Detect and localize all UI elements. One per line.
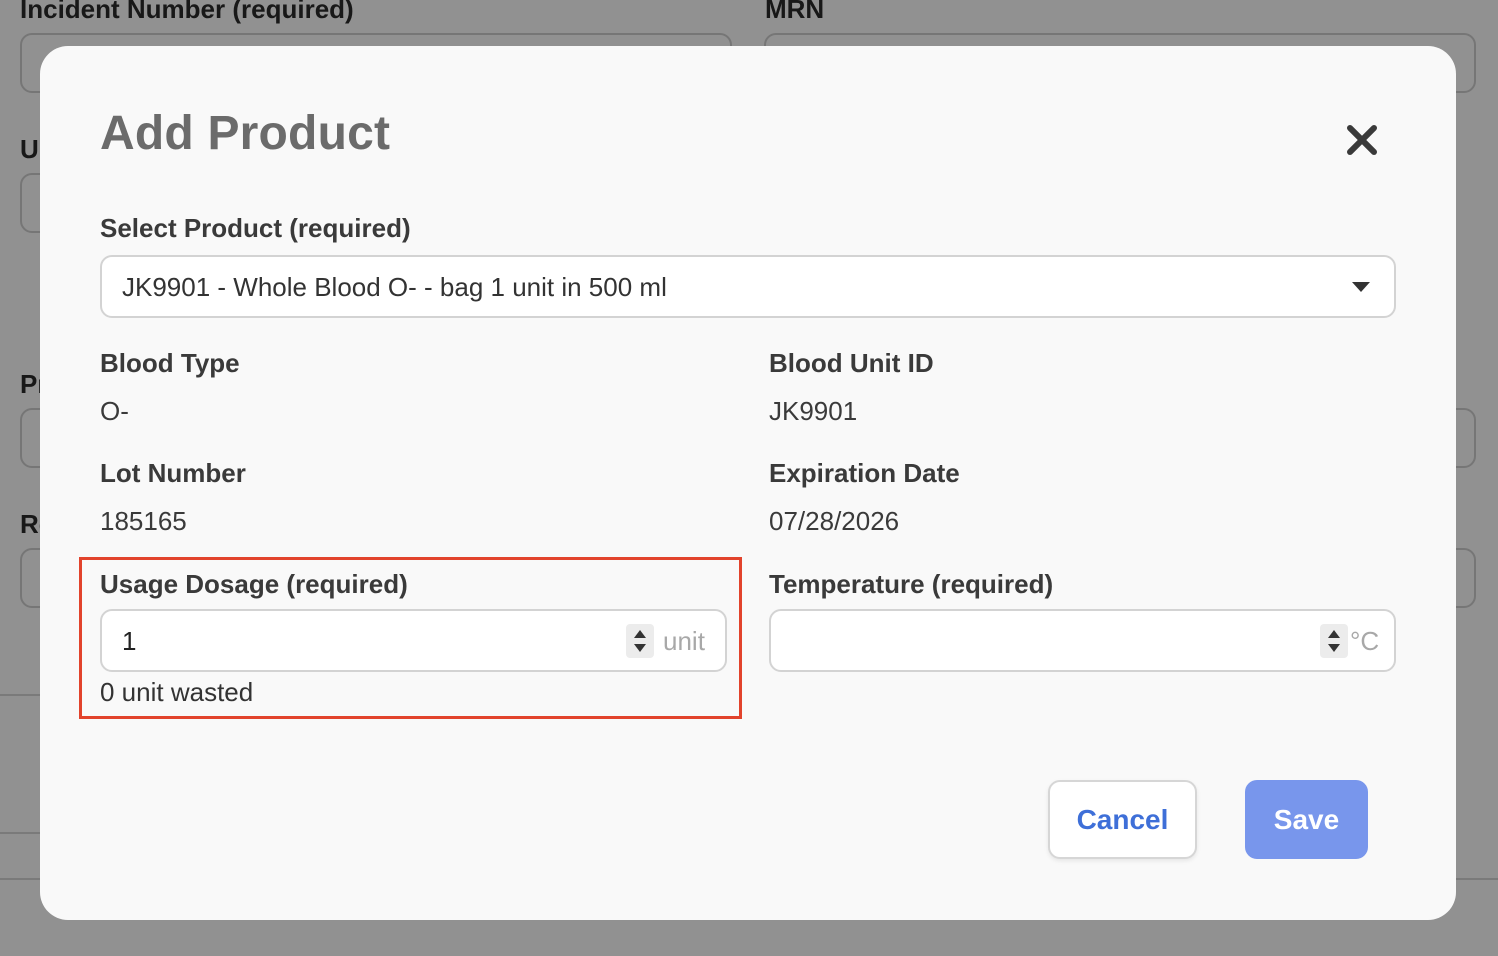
usage-dosage-unit: unit — [663, 626, 705, 656]
blood-unit-id-value: JK9901 — [769, 396, 858, 426]
select-product-dropdown[interactable]: JK9901 - Whole Blood O- - bag 1 unit in … — [100, 255, 1396, 318]
lot-number-label: Lot Number — [100, 458, 246, 488]
close-icon[interactable] — [1342, 120, 1382, 160]
add-product-modal: Add Product Select Product (required) JK… — [40, 46, 1456, 920]
lot-number-value: 185165 — [100, 506, 187, 536]
expiration-date-label: Expiration Date — [769, 458, 960, 488]
usage-dosage-input[interactable]: 1 unit — [100, 609, 727, 672]
blood-unit-id-label: Blood Unit ID — [769, 348, 934, 378]
usage-dosage-label: Usage Dosage (required) — [100, 569, 408, 599]
chevron-down-icon — [1352, 281, 1370, 293]
blood-type-value: O- — [100, 396, 129, 426]
temperature-label: Temperature (required) — [769, 569, 1054, 599]
usage-dosage-value: 1 — [122, 626, 137, 656]
temperature-unit: °C — [1350, 626, 1380, 656]
expiration-date-value: 07/28/2026 — [769, 506, 900, 536]
select-product-value: JK9901 - Whole Blood O- - bag 1 unit in … — [122, 272, 667, 302]
save-button[interactable]: Save — [1245, 780, 1368, 859]
cancel-button[interactable]: Cancel — [1048, 780, 1197, 859]
blood-type-label: Blood Type — [100, 348, 240, 378]
temperature-stepper-icon[interactable] — [1320, 624, 1348, 658]
select-product-label: Select Product (required) — [100, 213, 411, 243]
wasted-note: 0 unit wasted — [100, 677, 254, 707]
temperature-input[interactable]: °C — [769, 609, 1396, 672]
usage-dosage-stepper-icon[interactable] — [626, 624, 654, 658]
modal-title: Add Product — [100, 107, 391, 160]
